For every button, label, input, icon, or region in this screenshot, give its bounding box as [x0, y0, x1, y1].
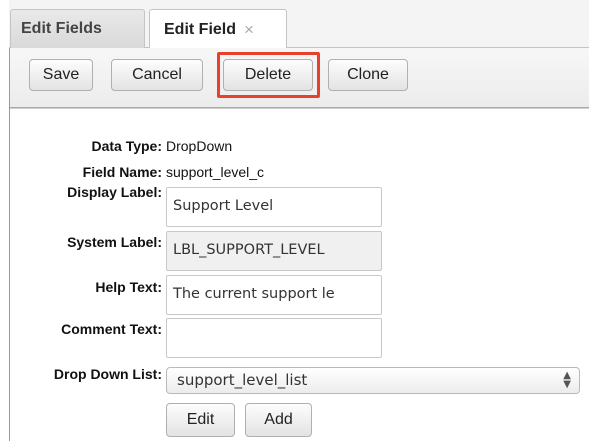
tab-label: Edit Fields	[21, 20, 102, 37]
comment-text-input[interactable]	[166, 318, 382, 358]
drop-down-list-value: support_level_list	[177, 371, 308, 389]
clone-button[interactable]: Clone	[328, 59, 408, 91]
field-name-label: Field Name:	[82, 164, 162, 180]
data-type-value: DropDown	[166, 138, 233, 154]
field-name-value: support_level_c	[166, 164, 265, 180]
system-label-label: System Label:	[67, 234, 162, 250]
save-button[interactable]: Save	[29, 59, 93, 91]
delete-button[interactable]: Delete	[223, 59, 313, 91]
toolbar-divider	[10, 108, 589, 118]
tab-label: Edit Field	[164, 20, 236, 38]
drop-down-list-select[interactable]: support_level_list ▲ ▼	[166, 367, 580, 394]
display-label-label: Display Label:	[67, 184, 162, 200]
add-list-button[interactable]: Add	[245, 403, 312, 437]
display-label-input[interactable]: Support Level	[166, 187, 382, 227]
tab-edit-field[interactable]: Edit Field ×	[149, 9, 287, 49]
help-text-label: Help Text:	[95, 279, 162, 295]
tab-edit-fields[interactable]: Edit Fields	[10, 9, 145, 48]
comment-text-label: Comment Text:	[61, 321, 162, 337]
data-type-label: Data Type:	[91, 138, 162, 154]
drop-down-list-label: Drop Down List:	[53, 366, 162, 382]
tab-bar: Edit Fields Edit Field ×	[9, 0, 589, 49]
close-icon[interactable]: ×	[244, 20, 254, 40]
toolbar: Save Cancel Delete Clone	[10, 48, 589, 108]
system-label-input: LBL_SUPPORT_LEVEL	[166, 231, 382, 271]
select-arrows-icon: ▲ ▼	[563, 370, 571, 390]
help-text-input[interactable]: The current support le	[166, 275, 382, 315]
cancel-button[interactable]: Cancel	[111, 59, 203, 91]
edit-list-button[interactable]: Edit	[166, 403, 235, 437]
